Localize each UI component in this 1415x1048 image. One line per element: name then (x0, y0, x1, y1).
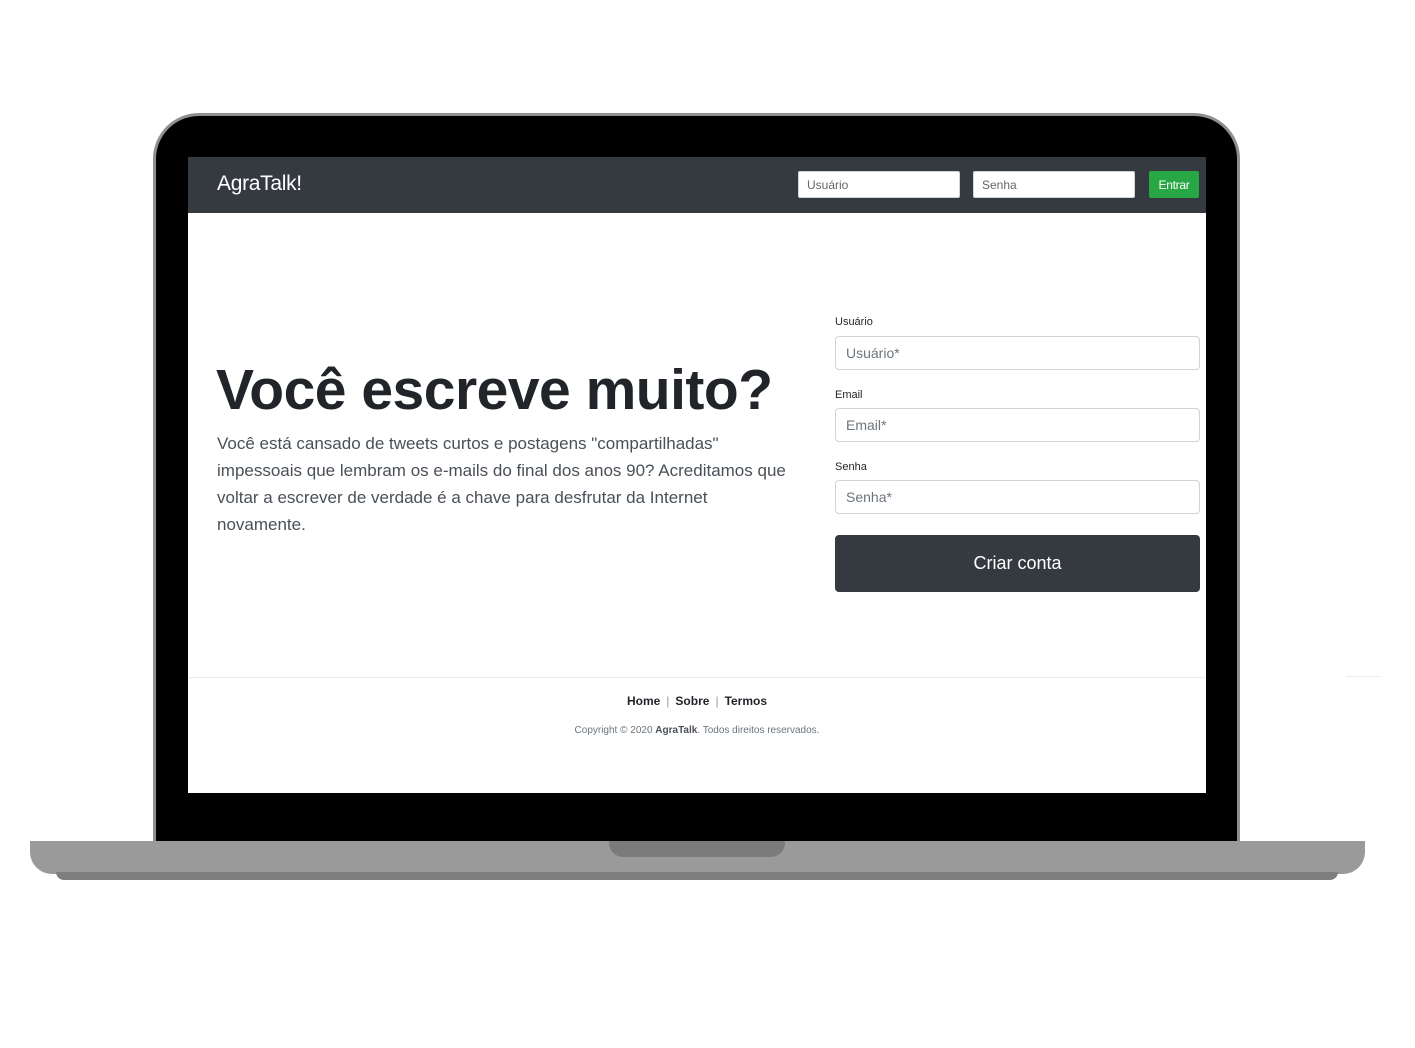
brand-logo[interactable]: AgraTalk! (217, 172, 302, 196)
navbar-username-input[interactable] (798, 171, 960, 198)
footer-nav: Home | Sobre | Termos (188, 694, 1206, 708)
copyright-brand: AgraTalk (655, 725, 698, 736)
footer-separator: | (715, 694, 719, 708)
top-navbar: AgraTalk! Entrar (188, 157, 1206, 213)
laptop-mockup: AgraTalk! Entrar Você escreve muito? Voc… (0, 0, 1415, 1048)
signup-username-input[interactable] (835, 336, 1200, 370)
hero-headline: Você escreve muito? (216, 358, 773, 422)
signup-email-input[interactable] (835, 408, 1200, 442)
copyright-notice: Copyright © 2020 AgraTalk. Todos direito… (188, 725, 1206, 736)
navbar-password-input[interactable] (973, 171, 1135, 198)
signup-password-input[interactable] (835, 480, 1200, 514)
copyright-prefix: Copyright © 2020 (574, 725, 653, 736)
laptop-screen: AgraTalk! Entrar Você escreve muito? Voc… (188, 157, 1206, 793)
laptop-notch (609, 841, 785, 857)
footer-link-about[interactable]: Sobre (675, 694, 709, 708)
footer-divider (188, 677, 1206, 678)
copyright-suffix: . Todos direitos reservados. (697, 725, 820, 736)
signup-username-label: Usuário (835, 316, 873, 328)
signup-password-label: Senha (835, 461, 867, 473)
create-account-button[interactable]: Criar conta (835, 535, 1200, 592)
footer-separator: | (666, 694, 670, 708)
footer-link-terms[interactable]: Termos (725, 694, 767, 708)
laptop-base-foot (56, 872, 1338, 880)
divider (1346, 676, 1380, 677)
signup-email-label: Email (835, 389, 863, 401)
login-button[interactable]: Entrar (1149, 171, 1199, 198)
hero-lead-text: Você está cansado de tweets curtos e pos… (217, 434, 786, 534)
footer-link-home[interactable]: Home (627, 694, 660, 708)
